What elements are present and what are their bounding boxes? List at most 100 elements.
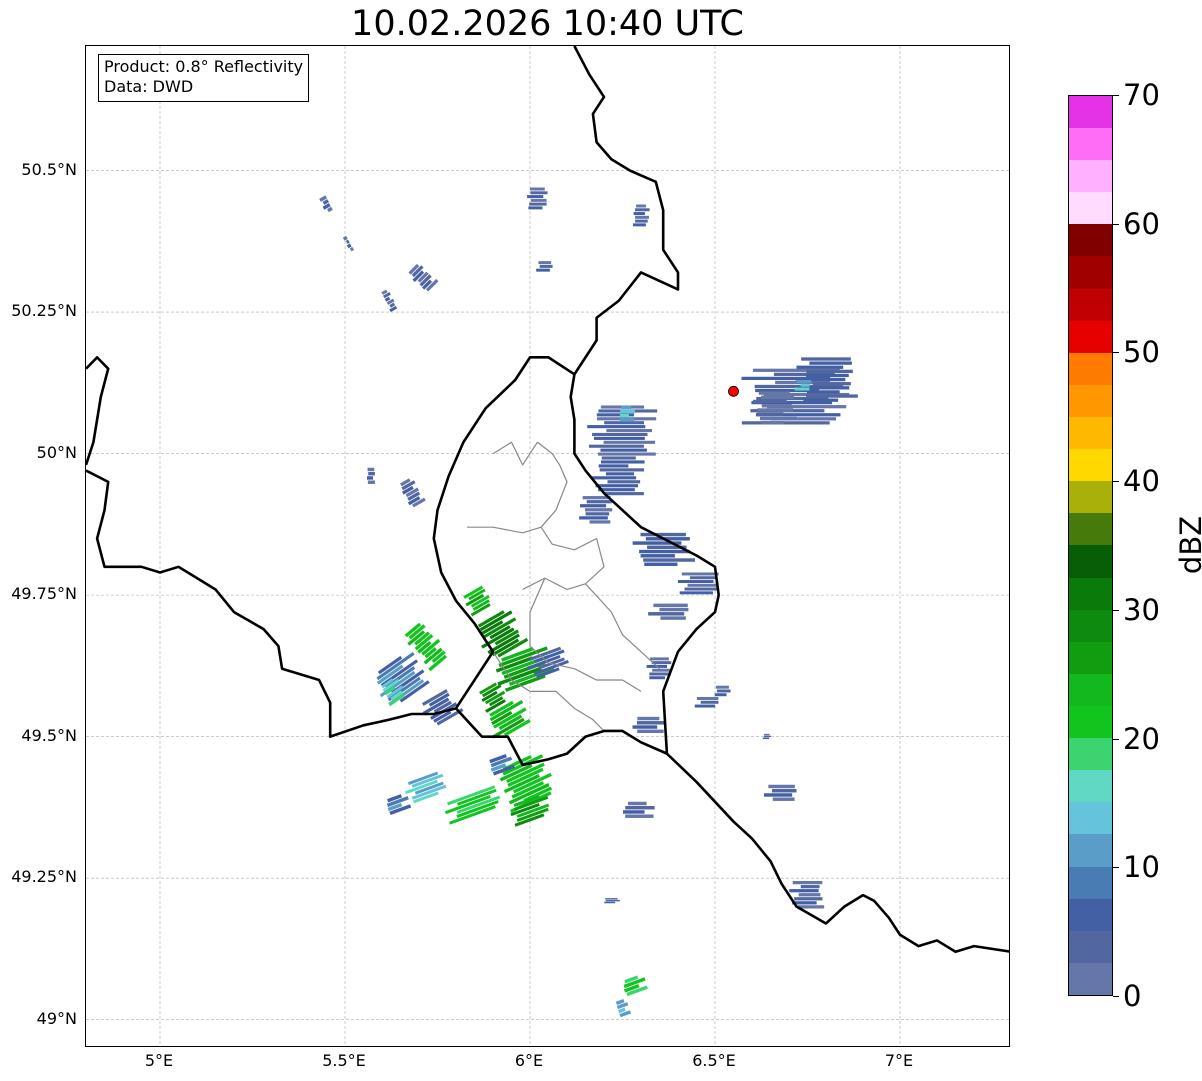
- reflectivity-stripe: [606, 428, 653, 433]
- reflectivity-stripe: [649, 672, 671, 676]
- colorbar-segment: [1069, 834, 1112, 867]
- reflectivity-stripe: [789, 889, 819, 893]
- reflectivity-stripe: [625, 814, 654, 818]
- reflectivity-cell: [386, 794, 412, 816]
- reflectivity-stripe: [539, 264, 553, 268]
- reflectivity-stripe: [806, 373, 849, 378]
- reflectivity-stripe: [528, 206, 543, 210]
- reflectivity-stripe: [681, 572, 719, 576]
- radar-map[interactable]: Product: 0.8° Reflectivity Data: DWD: [85, 45, 1010, 1047]
- reflectivity-stripe: [605, 897, 618, 900]
- reflectivity-stripe: [772, 797, 795, 801]
- reflectivity-stripe: [635, 219, 648, 223]
- reflectivity-stripe: [620, 409, 635, 414]
- colorbar-segment: [1069, 481, 1112, 514]
- reflectivity-stripe: [803, 398, 839, 402]
- reflectivity-stripe: [741, 421, 830, 425]
- reflectivity-stripe: [579, 516, 608, 520]
- reflectivity-stripe: [687, 583, 718, 587]
- colorbar-segment: [1069, 224, 1112, 257]
- reflectivity-stripe: [592, 476, 637, 480]
- colorbar-segment: [1069, 962, 1112, 995]
- reflectivity-stripe: [801, 357, 851, 361]
- country-border: [86, 469, 668, 767]
- reflectivity-stripe: [625, 805, 655, 810]
- radar-site-marker[interactable]: [728, 385, 739, 397]
- colorbar-segment: [1069, 545, 1112, 578]
- reflectivity-cell: [615, 999, 632, 1018]
- colorbar-segment: [1069, 288, 1112, 321]
- reflectivity-cell: [622, 801, 655, 818]
- colorbar-segment: [1069, 866, 1112, 899]
- reflectivity-stripe: [762, 737, 770, 740]
- reflectivity-stripe: [761, 421, 784, 425]
- reflectivity-stripe: [798, 893, 821, 897]
- radar-site-layer: [728, 385, 739, 397]
- colorbar-segment: [1069, 641, 1112, 674]
- reflectivity-stripe: [585, 508, 613, 512]
- reflectivity-stripe: [529, 202, 547, 206]
- lat-tick-label: 50.25°N: [11, 301, 77, 321]
- grid-lines: [86, 46, 1009, 1046]
- reflectivity-stripe: [604, 901, 616, 904]
- colorbar-segment: [1069, 128, 1112, 161]
- reflectivity-stripe: [806, 394, 858, 398]
- colorbar-tickmark: [1113, 481, 1119, 483]
- reflectivity-stripe: [757, 408, 794, 412]
- reflectivity-stripe: [346, 243, 352, 249]
- colorbar-tickmark: [1113, 867, 1119, 869]
- reflectivity-stripe: [600, 460, 645, 464]
- reflectivity-stripe: [603, 492, 644, 496]
- reflectivity-cell: [678, 572, 719, 595]
- reflectivity-stripe: [633, 212, 645, 216]
- reflectivity-stripe: [800, 383, 810, 387]
- reflectivity-cell: [604, 897, 620, 904]
- country-border: [666, 752, 1009, 954]
- reflectivity-stripe: [640, 554, 675, 558]
- colorbar-segment: [1069, 577, 1112, 610]
- reflectivity-stripe: [812, 382, 851, 386]
- reflectivity-stripe: [586, 500, 612, 504]
- reflectivity-cell: [489, 700, 531, 739]
- reflectivity-cell: [579, 496, 613, 524]
- reflectivity-stripe: [640, 532, 686, 537]
- colorbar-segment: [1069, 802, 1112, 835]
- reflectivity-stripe: [605, 899, 620, 902]
- colorbar-tickmark: [1113, 609, 1119, 611]
- reflectivity-stripe: [600, 448, 647, 452]
- reflectivity-stripe: [628, 801, 647, 806]
- reflectivity-stripe: [796, 380, 812, 383]
- reflectivity-stripe: [632, 725, 658, 729]
- reflectivity-stripe: [530, 187, 545, 191]
- colorbar-segment: [1069, 95, 1112, 129]
- country-border: [569, 46, 721, 754]
- lat-tick-label: 49°N: [36, 1008, 77, 1028]
- reflectivity-stripe: [598, 452, 656, 456]
- country-border: [86, 356, 110, 466]
- colorbar-segment: [1069, 192, 1112, 225]
- lat-tick-label: 50.5°N: [21, 159, 77, 179]
- lat-tick-label: 50°N: [36, 442, 77, 462]
- lat-tick-label: 49.25°N: [11, 867, 77, 887]
- reflectivity-stripe: [763, 793, 793, 797]
- reflectivity-stripe: [649, 676, 665, 680]
- reflectivity-stripe: [763, 733, 770, 736]
- reflectivity-stripe: [621, 405, 632, 409]
- reflectivity-stripe: [636, 204, 646, 208]
- lat-tick-label: 49.5°N: [21, 725, 77, 745]
- colorbar-tick-label: 20: [1123, 721, 1160, 756]
- reflectivity-cell: [762, 733, 771, 740]
- lon-tick-label: 5.5°E: [322, 1051, 366, 1070]
- lon-tick-label: 6.5°E: [692, 1051, 736, 1070]
- reflectivity-stripe: [684, 587, 718, 591]
- colorbar-segment: [1069, 352, 1112, 385]
- reflectivity-stripe: [527, 195, 544, 199]
- reflectivity-stripe: [622, 810, 645, 814]
- reflectivity-stripe: [796, 365, 844, 369]
- colorbar-segment: [1069, 898, 1112, 931]
- reflectivity-stripe: [619, 413, 629, 418]
- reflectivity-stripe: [592, 432, 648, 437]
- lat-tick-label: 49.75°N: [11, 584, 77, 604]
- colorbar-tick-label: 60: [1123, 206, 1160, 241]
- reflectivity-stripe: [761, 395, 794, 400]
